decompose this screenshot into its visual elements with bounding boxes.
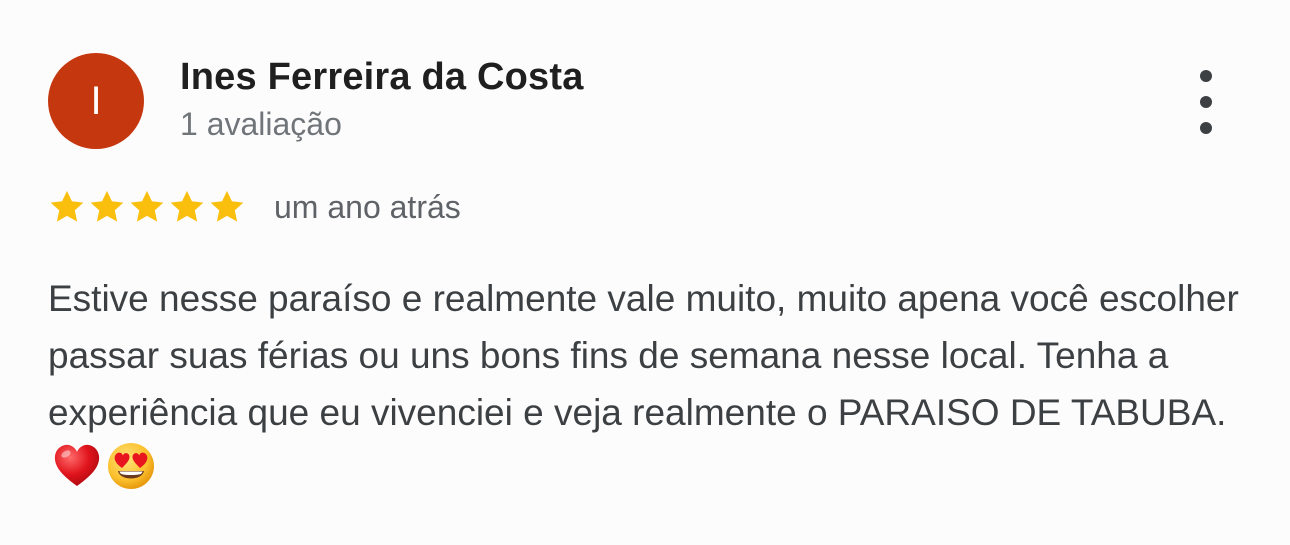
review-date: um ano atrás (274, 188, 461, 225)
more-vert-icon-dot (1200, 122, 1212, 134)
author-name[interactable]: Ines Ferreira da Costa (180, 56, 584, 99)
more-vert-icon (1200, 70, 1212, 82)
star-icon (130, 190, 164, 222)
star-rating (48, 188, 246, 226)
review-card: I Ines Ferreira da Costa 1 avaliação um … (0, 0, 1290, 545)
review-count: 1 avaliação (180, 106, 342, 142)
avatar[interactable]: I (48, 53, 144, 149)
star-icon (90, 190, 124, 222)
more-options-button[interactable] (1186, 70, 1226, 134)
more-vert-icon-dot (1200, 96, 1212, 108)
red-heart-emoji (54, 444, 100, 486)
rating-row: um ano atrás (48, 184, 461, 230)
review-text: Estive nesse paraíso e realmente vale mu… (48, 270, 1248, 499)
star-icon (170, 190, 204, 222)
star-icon (210, 190, 244, 222)
heart-eyes-emoji (108, 443, 154, 489)
star-icon (50, 190, 84, 222)
review-body: Estive nesse paraíso e realmente vale mu… (48, 278, 1239, 433)
